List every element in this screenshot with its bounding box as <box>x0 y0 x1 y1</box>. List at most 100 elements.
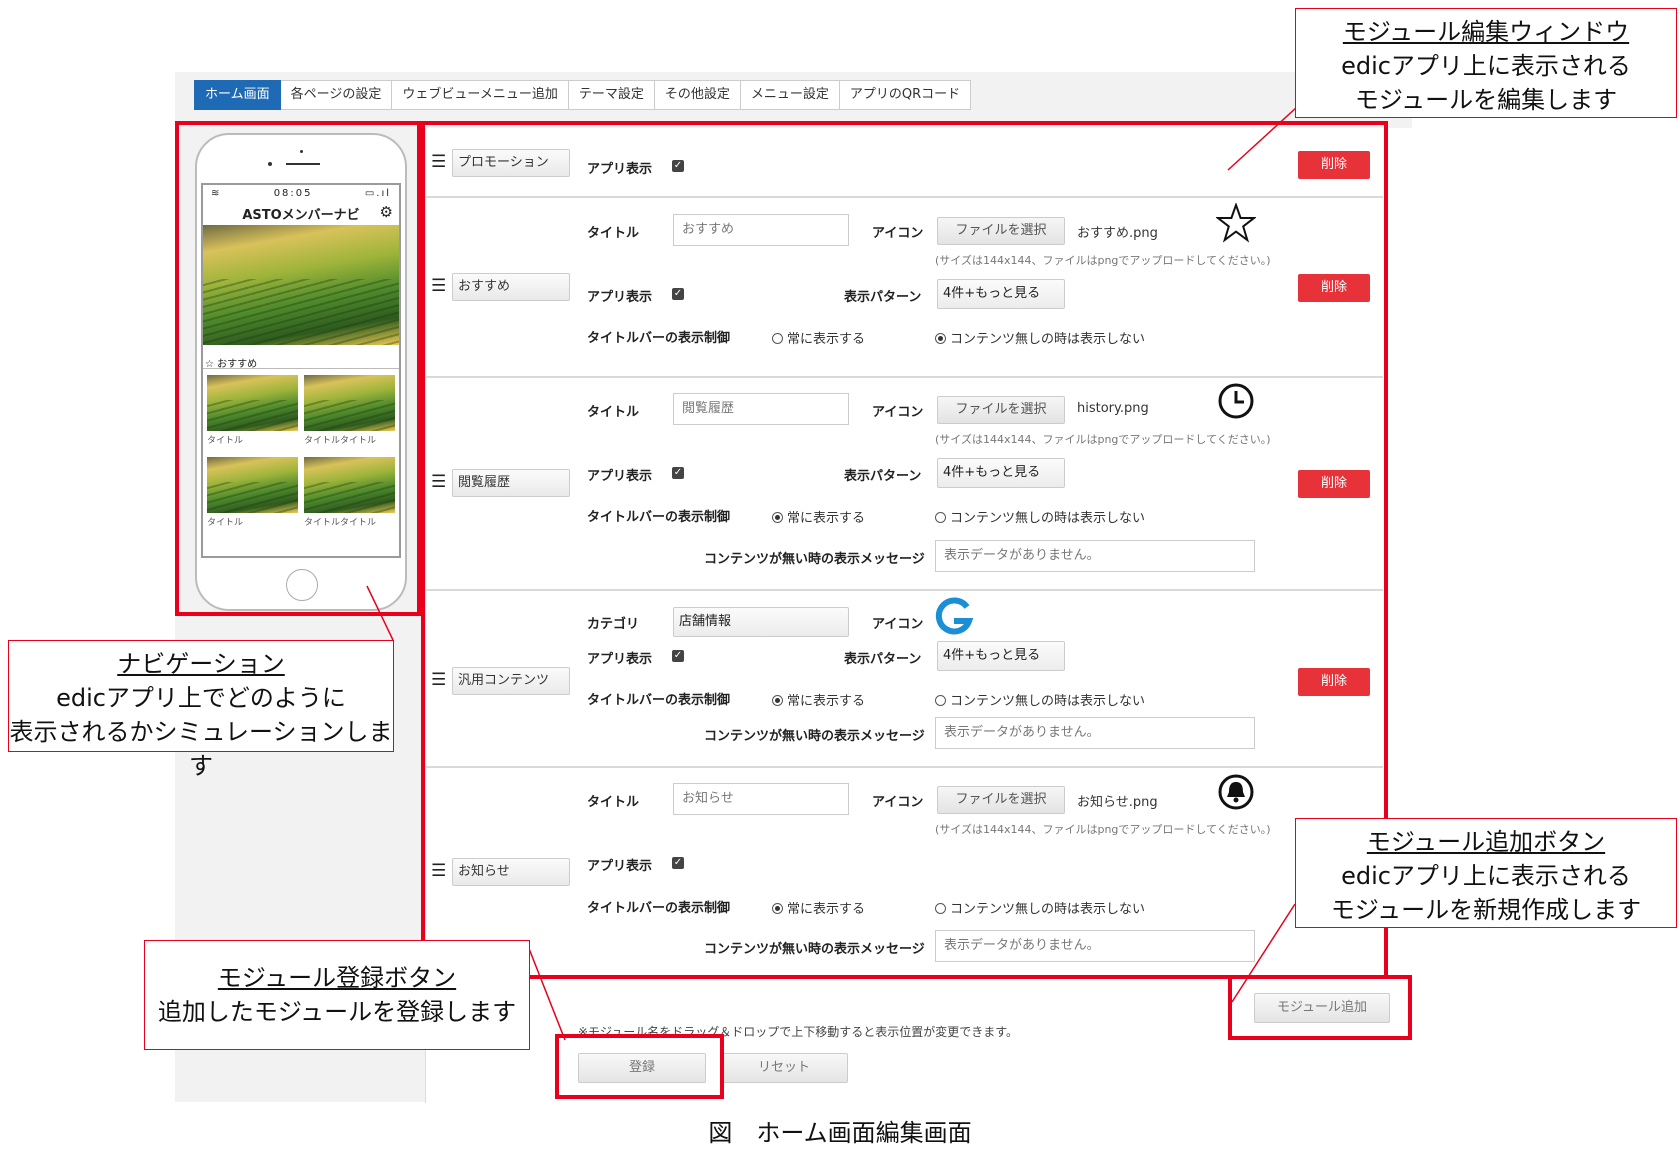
app-display-checkbox[interactable]: ✓ <box>672 160 684 172</box>
module-name-button[interactable]: 閲覧履歴 <box>452 469 570 497</box>
choose-file-button[interactable]: ファイルを選択 <box>937 396 1065 424</box>
phone-screen: ≋ 08:05 ▭.ıl ASTOメンバーナビ ⚙ ☆ おすすめ タイトル タイ… <box>201 183 401 558</box>
file-name: お知らせ.png <box>1077 795 1158 810</box>
empty-message-input[interactable]: 表示データがありません。 <box>935 717 1255 749</box>
display-pattern-select[interactable]: 4件+もっと見る <box>937 641 1065 671</box>
file-name: history.png <box>1077 401 1149 416</box>
radio-circle-icon <box>935 903 946 914</box>
empty-message-input[interactable]: 表示データがありません。 <box>935 540 1255 572</box>
radio-label: コンテンツ無しの時は表示しない <box>950 332 1146 347</box>
display-pattern-label: 表示パターン <box>844 290 922 305</box>
app-display-checkbox[interactable]: ✓ <box>672 857 684 869</box>
app-display-label: アプリ表示 <box>587 290 653 305</box>
star-icon: ☆ <box>205 359 214 370</box>
radio-circle-icon <box>935 512 946 523</box>
phone-speaker <box>286 163 320 165</box>
radio-always-show[interactable]: 常に表示する <box>772 690 865 709</box>
drag-handle-icon[interactable]: ☰ <box>431 670 446 690</box>
empty-message-input[interactable]: 表示データがありません。 <box>935 930 1255 962</box>
tab-page-settings[interactable]: 各ページの設定 <box>280 80 393 110</box>
tab-home[interactable]: ホーム画面 <box>194 80 281 110</box>
choose-file-button[interactable]: ファイルを選択 <box>937 786 1065 814</box>
card-caption: タイトル <box>207 518 244 528</box>
size-note: (サイズは144x144、ファイルはpngでアップロードしてください。) <box>935 433 1271 446</box>
callout-title: ナビゲーション <box>117 650 285 678</box>
phone-home-button <box>286 569 318 601</box>
drag-handle-icon[interactable]: ☰ <box>431 152 446 172</box>
tab-qr[interactable]: アプリのQRコード <box>839 80 972 110</box>
register-button[interactable]: 登録 <box>578 1053 706 1083</box>
phone-section-header: ☆ おすすめ <box>203 345 399 370</box>
radio-hide-when-empty[interactable]: コンテンツ無しの時は表示しない <box>935 690 1145 709</box>
empty-message-label: コンテンツが無い時の表示メッセージ <box>704 942 925 957</box>
module-name-button[interactable]: おすすめ <box>452 273 570 301</box>
radio-label: 常に表示する <box>787 332 866 347</box>
clock-icon <box>1218 383 1254 419</box>
delete-button[interactable]: 削除 <box>1298 470 1370 498</box>
module-divider <box>425 196 1383 198</box>
phone-card[interactable]: タイトルタイトル <box>304 457 395 539</box>
phone-sensor <box>268 162 272 166</box>
add-module-button[interactable]: モジュール追加 <box>1254 993 1390 1023</box>
display-pattern-select[interactable]: 4件+もっと見る <box>937 279 1065 309</box>
size-note: (サイズは144x144、ファイルはpngでアップロードしてください。) <box>935 254 1271 267</box>
reset-button[interactable]: リセット <box>720 1053 848 1083</box>
title-input[interactable]: お知らせ <box>673 783 849 815</box>
display-pattern-select[interactable]: 4件+もっと見る <box>937 458 1065 488</box>
module-name-button[interactable]: お知らせ <box>452 858 570 886</box>
drag-handle-icon[interactable]: ☰ <box>431 472 446 492</box>
icon-label: アイコン <box>872 226 924 241</box>
card-thumbnail <box>207 457 298 513</box>
phone-card[interactable]: タイトル <box>207 375 298 457</box>
add-button-callout: モジュール追加ボタン edicアプリ上に表示される モジュールを新規作成します <box>1295 818 1677 928</box>
phone-card[interactable]: タイトル <box>207 457 298 539</box>
drag-handle-icon[interactable]: ☰ <box>431 276 446 296</box>
radio-circle-icon <box>935 333 946 344</box>
radio-label: コンテンツ無しの時は表示しない <box>950 902 1146 917</box>
drag-handle-icon[interactable]: ☰ <box>431 861 446 881</box>
bell-icon <box>1218 774 1254 810</box>
radio-hide-when-empty[interactable]: コンテンツ無しの時は表示しない <box>935 507 1145 526</box>
delete-button[interactable]: 削除 <box>1298 668 1370 696</box>
app-display-checkbox[interactable]: ✓ <box>672 650 684 662</box>
radio-always-show[interactable]: 常に表示する <box>772 507 865 526</box>
card-thumbnail <box>304 375 395 431</box>
callout-text: edicアプリ上に表示される <box>1341 52 1631 80</box>
radio-always-show[interactable]: 常に表示する <box>772 328 865 347</box>
phone-card-grid: タイトル タイトルタイトル タイトル タイトルタイトル <box>203 369 399 539</box>
callout-text: 追加したモジュールを登録します <box>157 998 517 1026</box>
phone-time: 08:05 <box>273 187 313 199</box>
tab-menu[interactable]: メニュー設定 <box>740 80 840 110</box>
title-input[interactable]: おすすめ <box>673 214 849 246</box>
callout-text: 表示されるかシミュレーションします <box>9 718 393 780</box>
tab-webview-menu[interactable]: ウェブビューメニュー追加 <box>392 80 569 110</box>
module-name-button[interactable]: プロモーション <box>452 149 570 177</box>
callout-text: edicアプリ上でどのように <box>56 684 346 712</box>
category-label: カテゴリ <box>587 617 640 632</box>
delete-button[interactable]: 削除 <box>1298 151 1370 179</box>
delete-button[interactable]: 削除 <box>1298 274 1370 302</box>
wifi-icon: ≋ <box>211 187 222 199</box>
radio-circle-icon <box>935 695 946 706</box>
gear-icon[interactable]: ⚙ <box>380 203 393 221</box>
titlebar-control-label: タイトルバーの表示制御 <box>587 331 731 346</box>
module-name-button[interactable]: 汎用コンテンツ <box>452 667 570 695</box>
tab-theme[interactable]: テーマ設定 <box>568 80 655 110</box>
file-name: おすすめ.png <box>1077 226 1158 241</box>
radio-hide-when-empty[interactable]: コンテンツ無しの時は表示しない <box>935 898 1145 917</box>
radio-always-show[interactable]: 常に表示する <box>772 898 865 917</box>
app-display-checkbox[interactable]: ✓ <box>672 467 684 479</box>
drag-note: ※モジュール名をドラッグ＆ドロップで上下移動すると表示位置が変更できます。 <box>578 1025 1019 1039</box>
radio-label: コンテンツ無しの時は表示しない <box>950 694 1146 709</box>
app-display-checkbox[interactable]: ✓ <box>672 288 684 300</box>
radio-hide-when-empty[interactable]: コンテンツ無しの時は表示しない <box>935 328 1145 347</box>
empty-message-label: コンテンツが無い時の表示メッセージ <box>704 552 925 567</box>
choose-file-button[interactable]: ファイルを選択 <box>937 217 1065 245</box>
icon-label: アイコン <box>872 405 924 420</box>
phone-camera <box>300 150 303 153</box>
title-input[interactable]: 閲覧履歴 <box>673 393 849 425</box>
category-select[interactable]: 店舗情報 <box>673 607 849 637</box>
phone-card[interactable]: タイトルタイトル <box>304 375 395 457</box>
tab-other[interactable]: その他設定 <box>654 80 741 110</box>
module-divider <box>425 589 1383 591</box>
